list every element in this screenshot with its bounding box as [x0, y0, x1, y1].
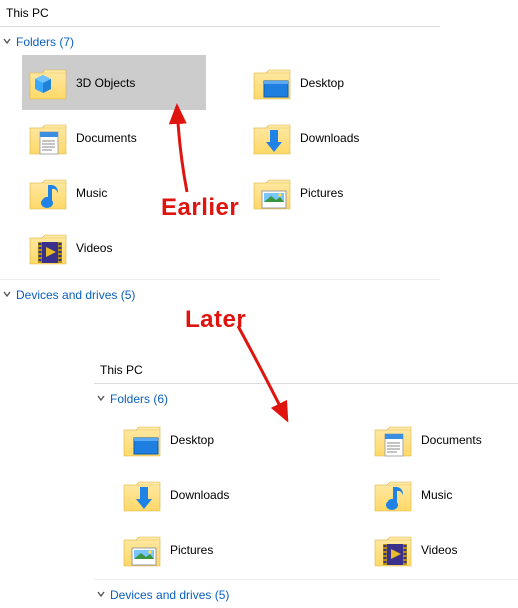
chevron-down-icon	[96, 588, 106, 602]
breadcrumb[interactable]: This PC	[0, 1, 440, 27]
folder-item-downloads[interactable]: Downloads	[116, 467, 257, 522]
folder-item-videos[interactable]: Videos	[367, 522, 508, 577]
annotation-later-label: Later	[185, 306, 246, 334]
folder-label: 3D Objects	[76, 76, 135, 90]
folders-grid: 3D Objects Desktop Documents Downloads M…	[0, 55, 440, 275]
folder-item-documents[interactable]: Documents	[22, 110, 206, 165]
devices-group-header[interactable]: Devices and drives (5)	[0, 279, 440, 308]
folder-label: Videos	[421, 543, 457, 557]
folder-label: Downloads	[170, 488, 229, 502]
folders-group-header[interactable]: Folders (6)	[94, 384, 518, 412]
documents-icon	[373, 420, 413, 460]
chevron-down-icon	[2, 35, 12, 49]
videos-icon	[373, 530, 413, 570]
folders-group-header[interactable]: Folders (7)	[0, 27, 440, 55]
devices-header-label: Devices and drives (5)	[110, 588, 229, 602]
folder-label: Music	[421, 488, 452, 502]
desktop-icon	[122, 420, 162, 460]
folder-item-music[interactable]: Music	[367, 467, 508, 522]
music-icon	[28, 173, 68, 213]
folder-label: Documents	[76, 131, 137, 145]
folder-label: Pictures	[300, 186, 343, 200]
devices-group-header[interactable]: Devices and drives (5)	[94, 579, 518, 608]
desktop-icon	[252, 63, 292, 103]
later-explorer-pane: This PC Folders (6) Desktop Documents Do…	[94, 358, 518, 608]
devices-header-label: Devices and drives (5)	[16, 288, 135, 302]
folder-item-pictures[interactable]: Pictures	[246, 165, 430, 220]
chevron-down-icon	[96, 392, 106, 406]
music-icon	[373, 475, 413, 515]
3d-objects-icon	[28, 63, 68, 103]
downloads-icon	[252, 118, 292, 158]
folders-grid: Desktop Documents Downloads Music Pictur…	[94, 412, 518, 577]
folder-label: Desktop	[300, 76, 344, 90]
folder-item-downloads[interactable]: Downloads	[246, 110, 430, 165]
breadcrumb[interactable]: This PC	[94, 358, 518, 384]
folder-item-3d-objects[interactable]: 3D Objects	[22, 55, 206, 110]
folders-header-label: Folders (6)	[110, 392, 168, 406]
earlier-explorer-pane: This PC Folders (7) 3D Objects Desktop D…	[0, 1, 440, 308]
folder-label: Documents	[421, 433, 482, 447]
downloads-icon	[122, 475, 162, 515]
folders-header-label: Folders (7)	[16, 35, 74, 49]
folder-label: Videos	[76, 241, 112, 255]
folder-label: Pictures	[170, 543, 213, 557]
chevron-down-icon	[2, 288, 12, 302]
folder-label: Music	[76, 186, 107, 200]
pictures-icon	[122, 530, 162, 570]
folder-item-documents[interactable]: Documents	[367, 412, 508, 467]
folder-item-desktop[interactable]: Desktop	[116, 412, 257, 467]
videos-icon	[28, 228, 68, 268]
folder-item-pictures[interactable]: Pictures	[116, 522, 257, 577]
folder-label: Desktop	[170, 433, 214, 447]
folder-label: Downloads	[300, 131, 359, 145]
documents-icon	[28, 118, 68, 158]
folder-item-videos[interactable]: Videos	[22, 220, 206, 275]
pictures-icon	[252, 173, 292, 213]
annotation-earlier-label: Earlier	[161, 194, 239, 222]
folder-item-desktop[interactable]: Desktop	[246, 55, 430, 110]
